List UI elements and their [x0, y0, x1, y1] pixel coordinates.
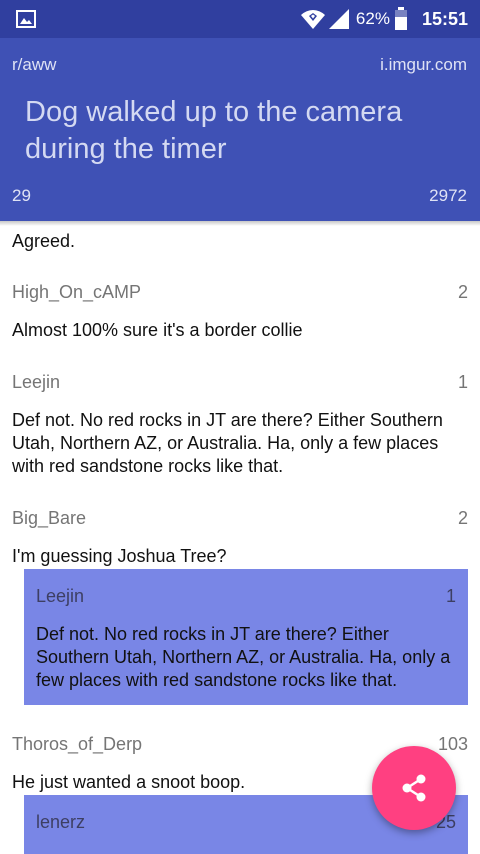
comment-body: Agreed. — [12, 231, 76, 251]
comment-author[interactable]: High_On_cAMP — [12, 282, 141, 303]
comment-body: Def not. No red rocks in JT are there? E… — [12, 410, 443, 476]
nested-comment[interactable]: Leejin 1 Def not. No red rocks in JT are… — [24, 569, 468, 705]
clock: 15:51 — [421, 8, 468, 29]
status-bar: 62% 15:51 — [0, 0, 480, 38]
comment-body: I'm guessing Joshua Tree? — [12, 546, 227, 566]
comment-author[interactable]: Leejin — [12, 372, 60, 393]
comment-points: 2 — [457, 282, 468, 302]
comment-points: 103 — [437, 734, 468, 754]
comment-points: 2 — [457, 508, 468, 528]
comment-author[interactable]: Big_Bare — [12, 508, 86, 529]
battery-icon — [394, 7, 407, 30]
comment-body: Def not. No red rocks in JT are there? E… — [36, 624, 451, 690]
comment-author[interactable]: Leejin — [36, 586, 84, 607]
post-score: 29 — [12, 186, 31, 205]
domain-label[interactable]: i.imgur.com — [380, 55, 467, 75]
share-icon — [402, 774, 426, 802]
image-notification-icon — [16, 10, 36, 28]
comment-count: 2972 — [429, 186, 467, 205]
share-button[interactable] — [372, 746, 456, 830]
header-shadow — [0, 221, 480, 226]
post-header[interactable]: r/aww i.imgur.com Dog walked up to the c… — [0, 38, 480, 221]
comment-author[interactable]: lenerz — [36, 812, 85, 833]
comment-points: 1 — [457, 372, 468, 392]
battery-percent: 62% — [355, 9, 390, 28]
comment-author[interactable]: Thoros_of_Derp — [12, 734, 142, 755]
post-title[interactable]: Dog walked up to the camera during the t… — [25, 94, 465, 168]
comment-points: 1 — [445, 586, 456, 606]
subreddit-label[interactable]: r/aww — [12, 55, 56, 75]
cell-signal-icon — [328, 9, 349, 29]
comment-body: Almost 100% sure it's a border collie — [12, 320, 303, 340]
wifi-icon — [300, 10, 325, 29]
